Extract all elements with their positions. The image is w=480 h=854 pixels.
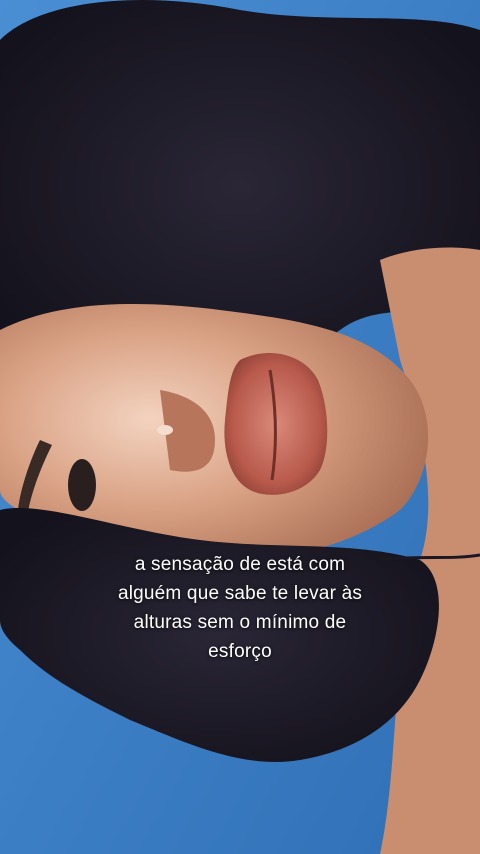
caption-line: alturas sem o mínimo de: [133, 612, 347, 633]
caption-line: esforço: [208, 641, 272, 662]
video-frame[interactable]: a sensação de está com alguém que sabe t…: [0, 0, 480, 854]
caption-line: alguém que sabe te levar às: [117, 583, 363, 604]
photo-layer: [0, 0, 480, 854]
caption-line: a sensação de está com: [134, 554, 346, 575]
eye: [68, 459, 96, 511]
video-caption: a sensação de está com alguém que sabe t…: [60, 550, 420, 666]
nose-highlight: [157, 425, 173, 435]
